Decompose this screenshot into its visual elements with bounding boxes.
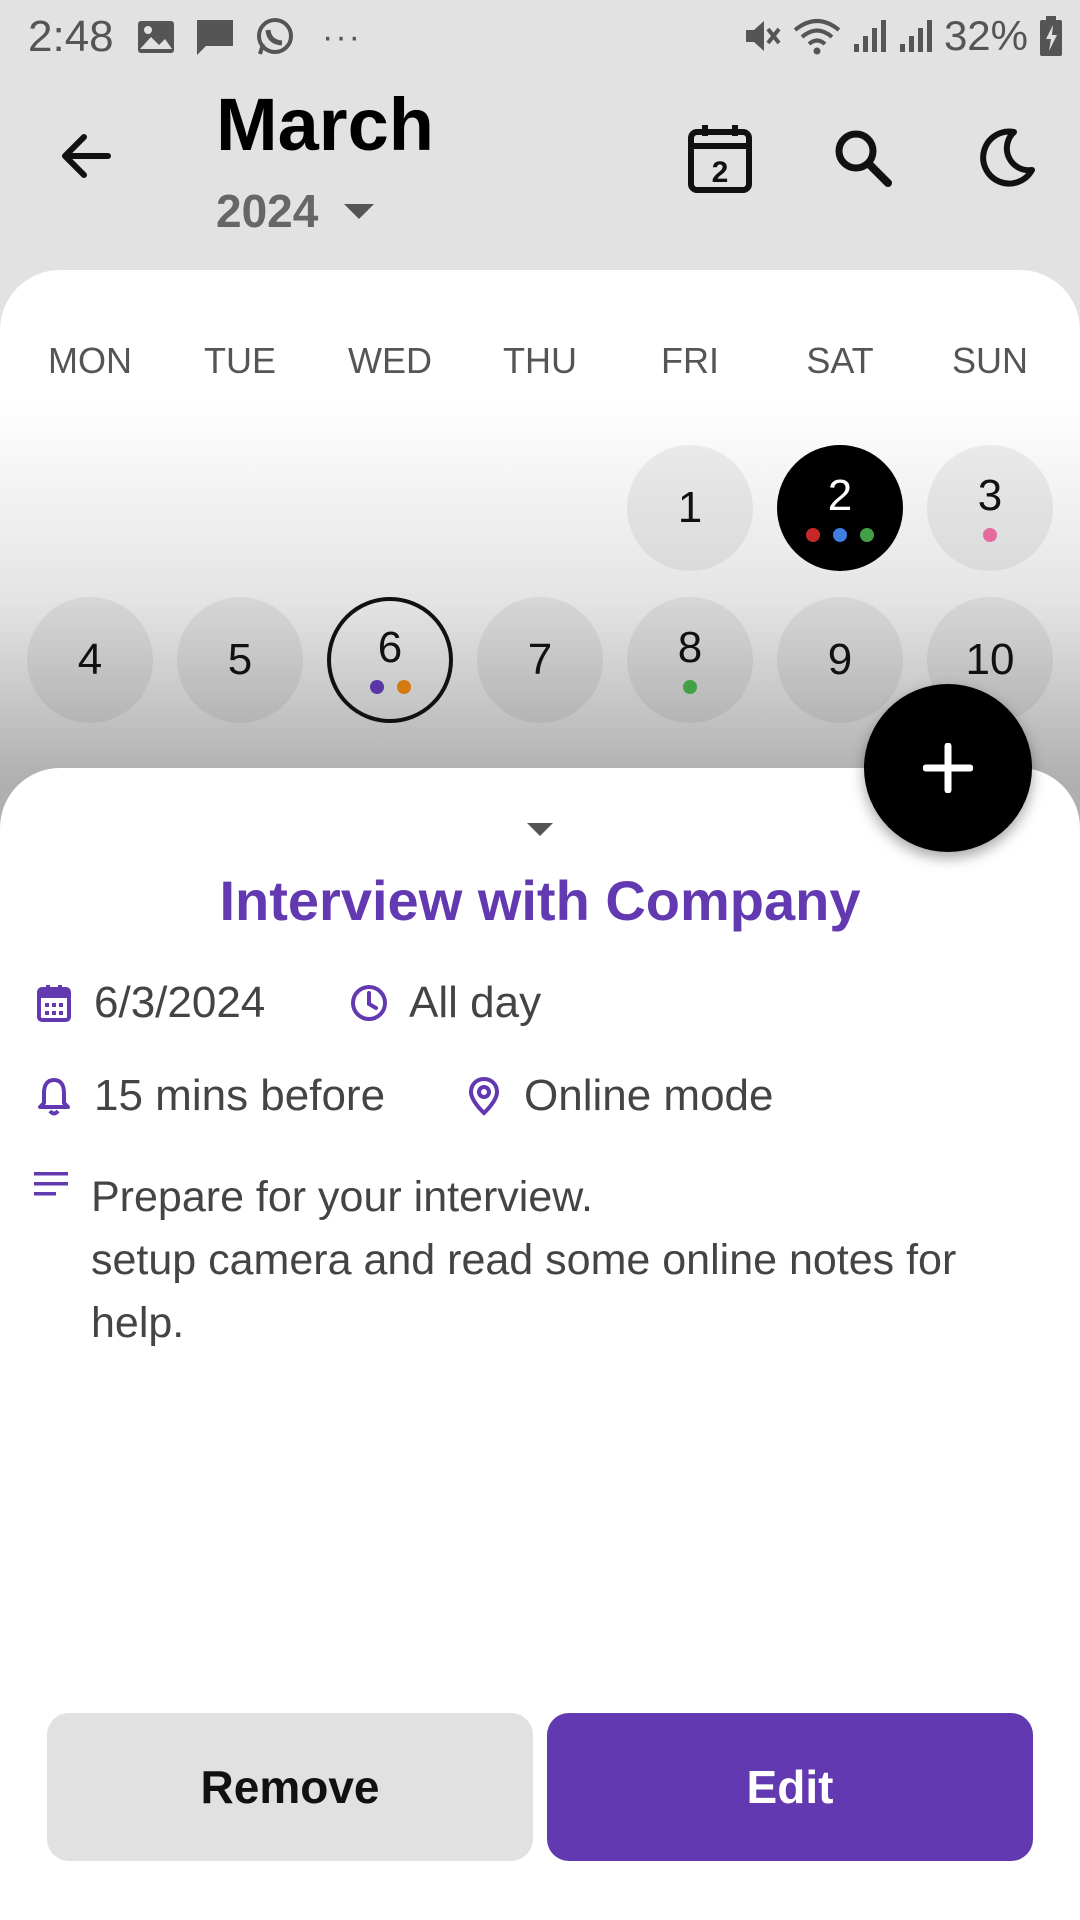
day-number: 3 — [977, 471, 1003, 520]
day-number: 2 — [827, 471, 853, 520]
mute-icon — [745, 21, 781, 51]
event-dot — [683, 680, 697, 694]
event-dots — [683, 680, 697, 694]
status-bar: 2:48 ··· 32% — [0, 0, 1080, 76]
calendar-day[interactable]: 8 — [627, 597, 753, 723]
plus-icon — [923, 743, 973, 793]
status-time: 2:48 — [28, 12, 114, 61]
message-icon — [197, 20, 233, 55]
clock-icon — [349, 983, 389, 1023]
weekday-label: SUN — [951, 340, 1028, 381]
event-dot — [860, 528, 874, 542]
calendar-today-icon: 2 — [688, 125, 752, 193]
month-title: March — [216, 83, 434, 166]
signal-icon — [899, 20, 932, 52]
day-number: 5 — [227, 635, 253, 684]
day-number: 8 — [677, 623, 703, 672]
back-button[interactable] — [54, 124, 118, 188]
event-title: Interview with Company — [219, 869, 861, 932]
weekday-label: THU — [503, 340, 577, 381]
event-time: All day — [349, 978, 541, 1028]
description-line: setup camera and read some online notes … — [91, 1236, 957, 1284]
event-date: 6/3/2024 — [34, 978, 265, 1028]
event-location: Online mode — [464, 1071, 773, 1121]
description-line: help. — [91, 1299, 185, 1347]
day-number: 6 — [377, 623, 403, 672]
moon-icon — [980, 128, 1035, 187]
bell-icon — [34, 1076, 74, 1116]
day-number: 10 — [965, 635, 1015, 684]
event-location-text: Online mode — [524, 1071, 774, 1120]
search-button[interactable] — [823, 118, 903, 198]
description-line: Prepare for your interview. — [91, 1173, 593, 1221]
battery-icon — [1040, 16, 1062, 56]
search-icon — [835, 130, 892, 187]
calendar-day-today[interactable]: 6 — [327, 597, 453, 723]
more-notifications: ··· — [322, 17, 362, 56]
battery-percent: 32% — [943, 12, 1028, 59]
event-dot — [833, 528, 847, 542]
weekday-label: FRI — [661, 340, 719, 381]
weekday-label: WED — [348, 340, 432, 381]
event-detail-sheet: Interview with Company 6/3/2024 All day … — [0, 768, 1080, 1920]
event-dots — [369, 680, 411, 694]
edit-button[interactable]: Edit — [547, 1713, 1033, 1861]
collapse-sheet-icon[interactable] — [527, 823, 553, 836]
event-reminder: 15 mins before — [34, 1071, 385, 1121]
day-number: 1 — [677, 483, 703, 532]
weekday-header: MON TUE WED THU FRI SAT SUN — [0, 340, 1080, 390]
notes-icon — [34, 1170, 70, 1205]
notification-icons: ··· — [136, 16, 362, 58]
weekday-label: MON — [48, 340, 132, 381]
calendar-day[interactable]: 9 — [777, 597, 903, 723]
calendar-day-selected[interactable]: 2 — [777, 445, 903, 571]
add-event-button[interactable] — [864, 684, 1032, 852]
remove-button[interactable]: Remove — [47, 1713, 533, 1861]
event-dot — [396, 680, 411, 694]
calendar-day[interactable]: 1 — [627, 445, 753, 571]
app-header: March 2024 2 — [0, 76, 1080, 266]
year-selector[interactable]: 2024 — [216, 184, 375, 238]
weekday-label: SAT — [806, 340, 874, 381]
location-pin-icon — [464, 1076, 504, 1116]
whatsapp-icon — [257, 18, 293, 55]
system-icons: 32% — [742, 12, 1064, 60]
signal-icon — [853, 20, 886, 52]
wifi-icon — [793, 19, 841, 55]
event-time-text: All day — [409, 978, 542, 1027]
dark-mode-button[interactable] — [966, 118, 1046, 198]
arrow-left-icon — [62, 134, 111, 178]
event-description: Prepare for your interview. setup camera… — [91, 1166, 1051, 1355]
today-badge-number: 2 — [712, 156, 729, 189]
event-dots — [983, 528, 997, 542]
calendar-day[interactable]: 3 — [927, 445, 1053, 571]
calendar-day[interactable]: 4 — [27, 597, 153, 723]
year-label: 2024 — [216, 185, 319, 237]
event-dot — [806, 528, 820, 542]
calendar-day[interactable]: 7 — [477, 597, 603, 723]
weekday-label: TUE — [204, 340, 276, 381]
day-number: 4 — [77, 635, 103, 684]
image-icon — [138, 21, 174, 53]
today-button[interactable]: 2 — [680, 118, 760, 198]
event-dot — [369, 680, 384, 694]
day-number: 7 — [527, 635, 553, 684]
event-date-text: 6/3/2024 — [94, 978, 266, 1027]
chevron-down-icon — [344, 203, 375, 219]
event-dot — [983, 528, 997, 542]
event-dots — [806, 528, 874, 542]
day-number: 9 — [827, 635, 853, 684]
calendar-day[interactable]: 5 — [177, 597, 303, 723]
calendar-icon — [34, 983, 74, 1023]
event-reminder-text: 15 mins before — [94, 1071, 386, 1120]
